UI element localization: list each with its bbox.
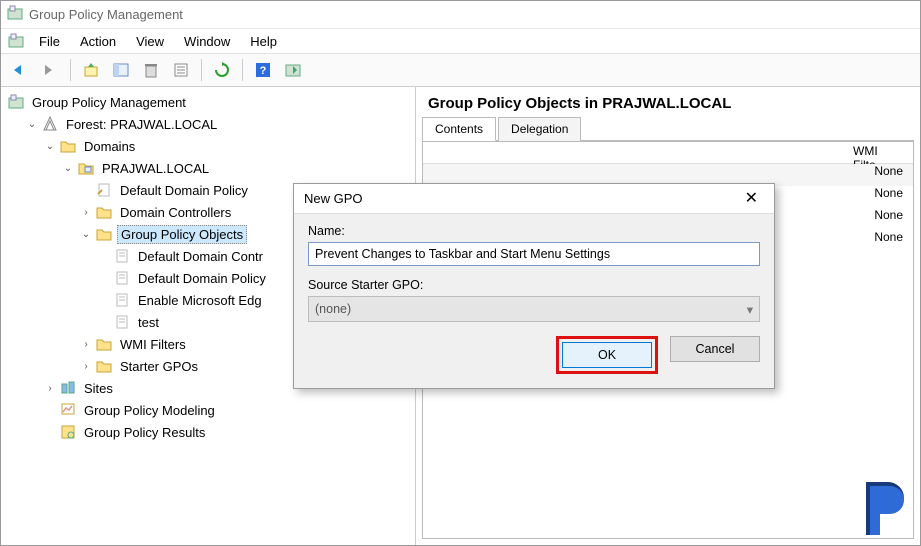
ok-button[interactable]: OK xyxy=(562,342,652,368)
name-label: Name: xyxy=(308,224,760,238)
folder-icon xyxy=(95,227,113,241)
column-headers: WMI Filte xyxy=(423,142,913,164)
show-hide-button[interactable] xyxy=(108,57,134,83)
tree-forest-label: Forest: PRAJWAL.LOCAL xyxy=(63,116,220,133)
svg-text:?: ? xyxy=(260,65,267,77)
refresh-button[interactable] xyxy=(209,57,235,83)
cancel-button[interactable]: Cancel xyxy=(670,336,760,362)
tree-gpo-label: Group Policy Objects xyxy=(117,225,247,244)
export-button[interactable] xyxy=(280,57,306,83)
menu-file[interactable]: File xyxy=(29,32,70,51)
close-icon[interactable]: ✕ xyxy=(739,189,764,209)
toolbar-sep-3 xyxy=(242,59,243,81)
up-button[interactable] xyxy=(78,57,104,83)
expand-icon[interactable]: › xyxy=(79,337,93,351)
source-starter-combo[interactable]: (none) ▾ xyxy=(308,296,760,322)
expand-icon[interactable]: › xyxy=(79,359,93,373)
expand-icon[interactable]: › xyxy=(43,381,57,395)
system-menu-icon[interactable] xyxy=(7,33,25,49)
gpm-icon xyxy=(7,94,25,110)
name-input[interactable] xyxy=(308,242,760,266)
dialog-body: Name: Source Starter GPO: (none) ▾ xyxy=(294,214,774,324)
app-icon xyxy=(7,5,23,24)
right-header: Group Policy Objects in PRAJWAL.LOCAL xyxy=(416,87,920,116)
collapse-icon[interactable]: ⌄ xyxy=(25,117,39,131)
back-button[interactable] xyxy=(7,57,33,83)
combo-value: (none) xyxy=(315,302,351,316)
modeling-icon xyxy=(59,402,77,418)
gpo-icon xyxy=(113,270,131,286)
toolbar: ? xyxy=(1,53,920,87)
tree-domain[interactable]: ⌄ PRAJWAL.LOCAL xyxy=(59,157,413,179)
tree-forest[interactable]: ⌄ Forest: PRAJWAL.LOCAL xyxy=(23,113,413,135)
col-wmi[interactable]: WMI Filte xyxy=(843,142,913,163)
ou-icon xyxy=(95,205,113,219)
window-title: Group Policy Management xyxy=(29,7,183,22)
dialog-titlebar[interactable]: New GPO ✕ xyxy=(294,184,774,214)
properties-button[interactable] xyxy=(168,57,194,83)
tree-root-label: Group Policy Management xyxy=(29,94,189,111)
tree-domains[interactable]: ⌄ Domains xyxy=(41,135,413,157)
collapse-icon[interactable]: ⌄ xyxy=(61,161,75,175)
tab-delegation[interactable]: Delegation xyxy=(498,117,581,141)
tree-domains-label: Domains xyxy=(81,138,138,155)
forward-button[interactable] xyxy=(37,57,63,83)
results-icon xyxy=(59,424,77,440)
gpo-icon xyxy=(113,292,131,308)
delete-button[interactable] xyxy=(138,57,164,83)
app-window: Group Policy Management File Action View… xyxy=(0,0,921,546)
new-gpo-dialog: New GPO ✕ Name: Source Starter GPO: (non… xyxy=(293,183,775,389)
tree-gpm[interactable]: Group Policy Modeling xyxy=(41,399,413,421)
sites-icon xyxy=(59,380,77,396)
collapse-icon[interactable]: ⌄ xyxy=(79,227,93,241)
menu-action[interactable]: Action xyxy=(70,32,126,51)
gpo-icon xyxy=(113,248,131,264)
folder-icon xyxy=(59,139,77,153)
source-label: Source Starter GPO: xyxy=(308,278,760,292)
toolbar-sep xyxy=(70,59,71,81)
gpo-link-icon xyxy=(95,182,113,198)
menu-window[interactable]: Window xyxy=(174,32,240,51)
dialog-title: New GPO xyxy=(304,191,363,206)
menu-help[interactable]: Help xyxy=(240,32,287,51)
menubar: File Action View Window Help xyxy=(1,29,920,53)
domain-icon xyxy=(77,161,95,175)
tree-root[interactable]: Group Policy Management xyxy=(5,91,413,113)
ok-highlight: OK xyxy=(556,336,658,374)
collapse-icon[interactable]: ⌄ xyxy=(43,139,57,153)
expand-icon[interactable]: › xyxy=(79,205,93,219)
chevron-down-icon: ▾ xyxy=(747,302,753,317)
toolbar-sep-2 xyxy=(201,59,202,81)
titlebar: Group Policy Management xyxy=(1,1,920,29)
tree-domain-label: PRAJWAL.LOCAL xyxy=(99,160,212,177)
tree-gpr[interactable]: Group Policy Results xyxy=(41,421,413,443)
gpo-icon xyxy=(113,314,131,330)
tab-contents[interactable]: Contents xyxy=(422,117,496,141)
forest-icon xyxy=(41,116,59,132)
folder-icon xyxy=(95,359,113,373)
tabs: Contents Delegation xyxy=(422,116,914,141)
right-title: Group Policy Objects in PRAJWAL.LOCAL xyxy=(428,95,908,112)
folder-icon xyxy=(95,337,113,351)
dialog-buttons: OK Cancel xyxy=(294,324,774,388)
help-button[interactable]: ? xyxy=(250,57,276,83)
menu-view[interactable]: View xyxy=(126,32,174,51)
